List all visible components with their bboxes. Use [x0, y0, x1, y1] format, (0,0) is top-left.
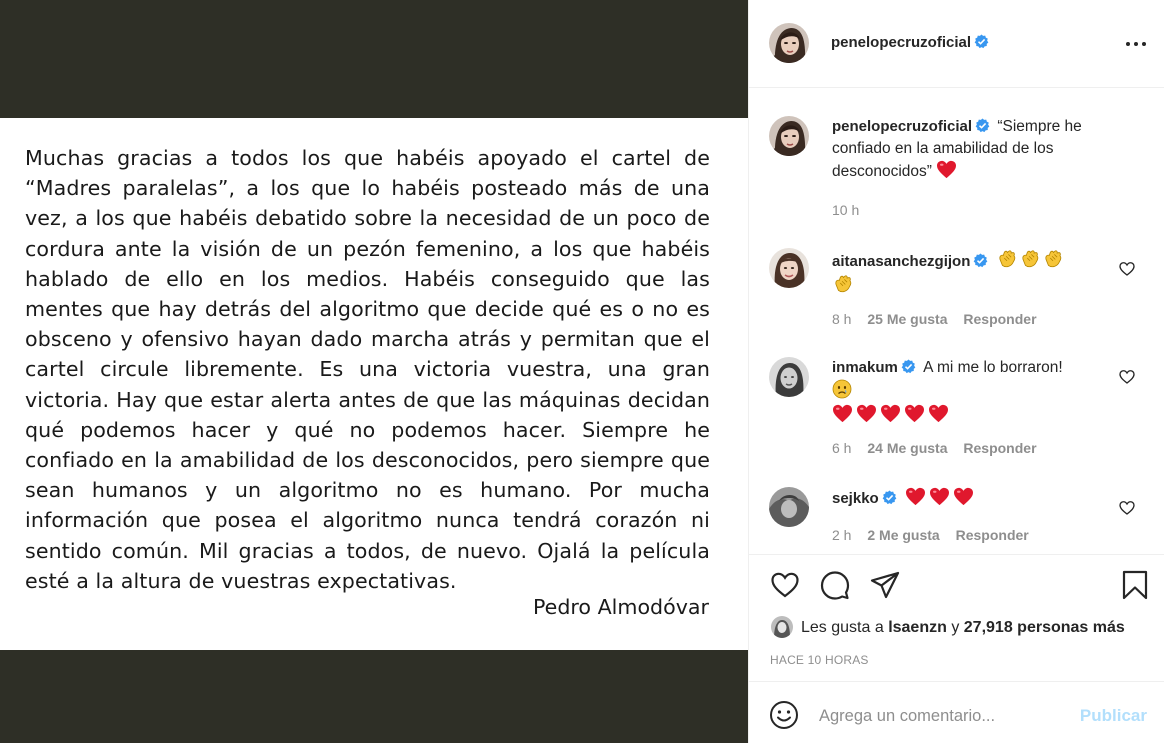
- comment-text: A mi me lo borraron!: [923, 359, 1063, 376]
- likes-summary: Les gusta a lsaenzn y 27,918 personas má…: [771, 616, 1125, 638]
- comment-time[interactable]: 6 h: [832, 440, 851, 456]
- commenter-avatar[interactable]: [769, 248, 809, 288]
- comment-body: aitanasanchezgijon: [832, 248, 1117, 298]
- comment-body: sejkko: [832, 487, 1117, 510]
- likes-prefix: Les gusta a: [801, 619, 884, 636]
- post-actions: Les gusta a lsaenzn y 27,918 personas má…: [749, 554, 1164, 680]
- verified-badge-icon: [974, 253, 988, 268]
- author-avatar[interactable]: [769, 23, 809, 63]
- verified-badge-icon: [974, 34, 989, 49]
- comment-likes[interactable]: 24 Me gusta: [867, 440, 947, 456]
- red-heart-emoji-icon: [905, 404, 924, 423]
- author-avatar[interactable]: [769, 116, 809, 156]
- post-comment-button[interactable]: Publicar: [1080, 706, 1147, 726]
- post-image: Muchas gracias a todos los que habéis ap…: [0, 0, 748, 743]
- comment-meta: 6 h 24 Me gusta Responder: [832, 440, 1049, 456]
- comment-time[interactable]: 2 h: [832, 527, 851, 543]
- hearts-emoji-group: [832, 404, 952, 424]
- commenter-avatar[interactable]: [769, 487, 809, 527]
- red-heart-emoji-icon: [833, 404, 852, 423]
- red-heart-emoji-icon: [906, 487, 926, 506]
- comment-username[interactable]: inmakum: [832, 359, 898, 376]
- caption-body: penelopecruzoficial “Siempre he confiado…: [832, 116, 1117, 183]
- reply-button[interactable]: Responder: [963, 440, 1036, 456]
- emoji-picker-icon[interactable]: [769, 700, 799, 730]
- caption-meta: 10 h: [832, 202, 871, 218]
- clapping-hands-emoji-icon: [835, 275, 852, 293]
- add-comment-bar: Publicar: [749, 681, 1164, 743]
- red-heart-emoji-icon: [881, 404, 900, 423]
- caption-time[interactable]: 10 h: [832, 202, 859, 218]
- red-heart-emoji-icon: [929, 404, 948, 423]
- likes-conjunction: y: [951, 619, 960, 636]
- commenter-avatar[interactable]: [769, 357, 809, 397]
- verified-badge-icon: [975, 118, 990, 133]
- heart-outline-icon[interactable]: [769, 569, 801, 601]
- like-comment-heart-icon[interactable]: [1119, 369, 1135, 385]
- paper-plane-icon[interactable]: [869, 569, 901, 601]
- sad-face-emoji-icon: [832, 379, 852, 399]
- comment-input[interactable]: [819, 702, 1069, 730]
- comment-meta: 2 h 2 Me gusta Responder: [832, 527, 1041, 543]
- letter-signature: Pedro Almodóvar: [532, 595, 709, 619]
- like-comment-heart-icon[interactable]: [1119, 261, 1135, 277]
- liker-avatar[interactable]: [771, 616, 793, 638]
- comment-bubble-icon[interactable]: [819, 569, 851, 601]
- author-username[interactable]: penelopecruzoficial: [831, 34, 971, 51]
- reply-button[interactable]: Responder: [956, 527, 1029, 543]
- comment-time[interactable]: 8 h: [832, 311, 851, 327]
- red-heart-emoji-icon: [857, 404, 876, 423]
- post-header: penelopecruzoficial: [749, 0, 1164, 88]
- likes-count[interactable]: 27,918 personas más: [964, 619, 1125, 636]
- bookmark-icon[interactable]: [1119, 569, 1151, 601]
- caption-username[interactable]: penelopecruzoficial: [832, 118, 972, 135]
- comment-body: inmakum A mi me lo borraron!: [832, 357, 1117, 430]
- letter-card: Muchas gracias a todos los que habéis ap…: [0, 118, 748, 650]
- ellipsis-icon[interactable]: [1125, 34, 1147, 54]
- comment-likes[interactable]: 2 Me gusta: [867, 527, 939, 543]
- clapping-hands-emoji-icon: [999, 250, 1015, 268]
- post-side-panel: penelopecruzoficial penelopecruzoficial …: [748, 0, 1164, 743]
- reply-button[interactable]: Responder: [963, 311, 1036, 327]
- comment-meta: 8 h 25 Me gusta Responder: [832, 311, 1049, 327]
- comment-likes[interactable]: 25 Me gusta: [867, 311, 947, 327]
- clapping-hands-emoji-icon: [1022, 250, 1038, 268]
- clapping-hands-emoji-icon: [1045, 250, 1061, 268]
- verified-badge-icon: [882, 490, 897, 505]
- red-heart-emoji-icon: [954, 487, 974, 506]
- liker-username[interactable]: lsaenzn: [888, 619, 947, 636]
- verified-badge-icon: [901, 359, 916, 374]
- red-heart-emoji-icon: [937, 160, 957, 179]
- comments-list[interactable]: penelopecruzoficial “Siempre he confiado…: [749, 89, 1164, 553]
- red-heart-emoji-icon: [930, 487, 950, 506]
- like-comment-heart-icon[interactable]: [1119, 500, 1135, 516]
- post-timestamp[interactable]: HACE 10 HORAS: [770, 653, 869, 667]
- comment-username[interactable]: sejkko: [832, 490, 879, 507]
- hearts-emoji-group: [905, 487, 977, 507]
- comment-username[interactable]: aitanasanchezgijon: [832, 253, 970, 270]
- letter-text: Muchas gracias a todos los que habéis ap…: [25, 146, 710, 593]
